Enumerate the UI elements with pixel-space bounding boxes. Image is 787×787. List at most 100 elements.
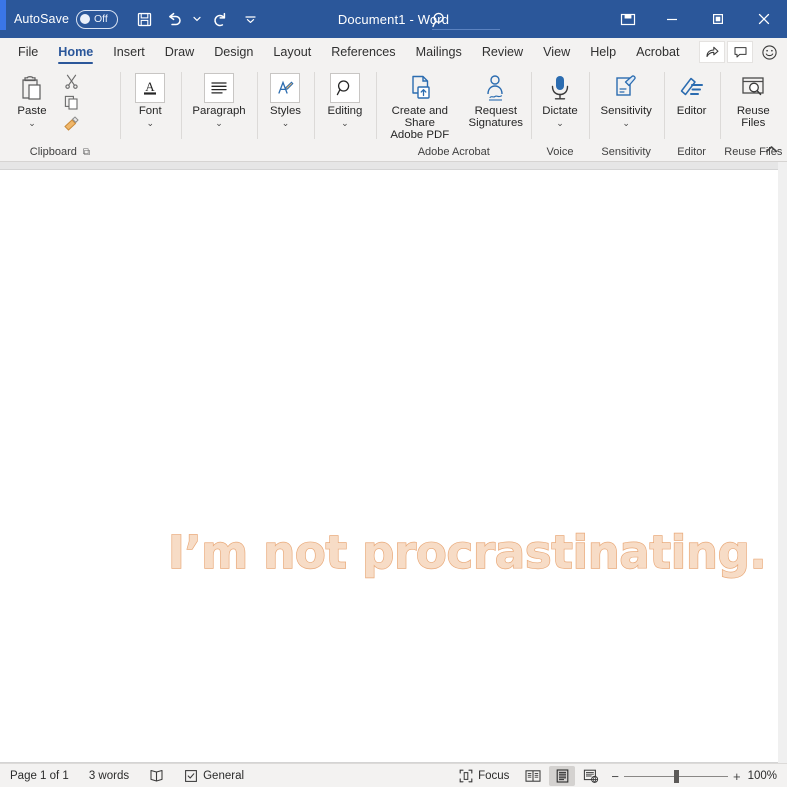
- font-dropdown-caret[interactable]: ⌄: [146, 118, 154, 128]
- pdf-upload-icon: [406, 71, 434, 105]
- tab-insert[interactable]: Insert: [103, 38, 155, 66]
- ribbon-group-clipboard-label: Clipboard ⧉: [0, 143, 120, 161]
- save-button[interactable]: [130, 5, 158, 33]
- clipboard-dialog-launcher[interactable]: ⧉: [83, 147, 90, 158]
- editing-dropdown-caret[interactable]: ⌄: [341, 118, 349, 128]
- format-painter-button[interactable]: [60, 113, 82, 133]
- feedback-button[interactable]: [755, 41, 783, 63]
- customize-quick-access-button[interactable]: [236, 5, 264, 33]
- web-layout-icon: [584, 769, 599, 783]
- focus-button[interactable]: Focus: [451, 764, 517, 787]
- paragraph-lines-icon: [204, 73, 235, 103]
- autosave-label: AutoSave: [14, 12, 70, 26]
- paragraph-dropdown-caret[interactable]: ⌄: [215, 118, 223, 128]
- sensitivity-label-icon: [185, 769, 198, 782]
- print-layout-button[interactable]: [549, 766, 576, 786]
- comments-button[interactable]: [727, 41, 753, 63]
- styles-dropdown-caret[interactable]: ⌄: [282, 118, 290, 128]
- ribbon-group-font: A Font ⌄: [119, 66, 181, 161]
- sensitivity-tag-icon: [612, 71, 640, 105]
- zoom-slider-track[interactable]: [623, 769, 728, 783]
- ribbon-group-adobe-acrobat: Create and Share Adobe PDF Request Signa…: [376, 66, 531, 161]
- paste-button[interactable]: Paste ⌄: [6, 69, 58, 130]
- chevron-up-icon: [765, 145, 777, 152]
- proofing-status-button[interactable]: [139, 764, 174, 787]
- tab-file[interactable]: File: [8, 38, 48, 66]
- share-icon: [705, 46, 719, 58]
- read-mode-button[interactable]: [520, 766, 546, 786]
- tab-mailings[interactable]: Mailings: [406, 38, 472, 66]
- ribbon-display-icon: [620, 13, 636, 25]
- tab-bar-actions: [699, 38, 783, 66]
- page-indicator[interactable]: Page 1 of 1: [0, 764, 79, 787]
- tab-help[interactable]: Help: [580, 38, 626, 66]
- web-layout-button[interactable]: [578, 766, 604, 786]
- request-signatures-button[interactable]: Request Signatures: [463, 69, 529, 131]
- document-page[interactable]: I’m not procrastinating.: [0, 170, 778, 762]
- dictate-button[interactable]: Dictate ⌄: [537, 69, 582, 130]
- share-button[interactable]: [699, 41, 725, 63]
- ribbon-group-font-label: [120, 143, 181, 161]
- dictate-dropdown-caret[interactable]: ⌄: [556, 118, 564, 128]
- undo-button[interactable]: [160, 5, 188, 33]
- svg-text:A: A: [146, 79, 156, 94]
- ribbon-group-voice-label: Voice: [546, 146, 574, 158]
- minimize-button[interactable]: [649, 0, 695, 38]
- collapse-ribbon-button[interactable]: [759, 139, 783, 159]
- window-controls: [607, 0, 787, 38]
- autosave-control[interactable]: AutoSave Off: [14, 9, 119, 29]
- copy-button[interactable]: [60, 92, 82, 112]
- paste-dropdown-caret[interactable]: ⌄: [28, 118, 36, 128]
- zoom-out-button[interactable]: −: [611, 770, 619, 783]
- focus-label: Focus: [478, 770, 510, 782]
- zoom-in-button[interactable]: +: [733, 770, 741, 783]
- close-button[interactable]: [741, 0, 787, 38]
- styles-group-button[interactable]: Styles ⌄: [263, 69, 307, 130]
- autosave-toggle-knob: [80, 14, 91, 24]
- tab-draw[interactable]: Draw: [155, 38, 204, 66]
- autosave-toggle[interactable]: Off: [76, 9, 119, 29]
- ribbon-group-sensitivity-label: Sensitivity: [601, 146, 651, 158]
- cut-button[interactable]: [60, 71, 82, 91]
- font-group-button[interactable]: A Font ⌄: [128, 69, 172, 130]
- sensitivity-status[interactable]: General: [174, 764, 254, 787]
- tab-review[interactable]: Review: [472, 38, 533, 66]
- tab-home[interactable]: Home: [48, 38, 103, 66]
- maximize-icon: [712, 13, 724, 25]
- zoom-slider[interactable]: − +: [607, 769, 744, 783]
- search-box-underline: [432, 29, 500, 30]
- tab-acrobat[interactable]: Acrobat: [626, 38, 689, 66]
- zoom-slider-thumb[interactable]: [673, 769, 679, 783]
- styles-group-label: Styles: [269, 105, 301, 117]
- tab-design[interactable]: Design: [204, 38, 263, 66]
- vertical-scrollbar[interactable]: [778, 162, 787, 763]
- format-painter-icon: [64, 115, 79, 131]
- maximize-button[interactable]: [695, 0, 741, 38]
- document-canvas[interactable]: I’m not procrastinating.: [0, 162, 787, 763]
- reuse-files-button[interactable]: Reuse Files: [731, 69, 775, 131]
- clipboard-group-title: Clipboard: [29, 146, 77, 158]
- zoom-level-button[interactable]: 100%: [748, 770, 781, 782]
- ribbon-display-options-button[interactable]: [607, 0, 649, 38]
- editing-group-label: Editing: [327, 105, 363, 117]
- paragraph-group-button[interactable]: Paragraph ⌄: [187, 69, 250, 130]
- tab-layout[interactable]: Layout: [263, 38, 321, 66]
- print-layout-icon: [556, 769, 569, 783]
- read-mode-icon: [525, 770, 541, 782]
- editor-button[interactable]: Editor: [670, 69, 714, 119]
- sensitivity-dropdown-caret[interactable]: ⌄: [622, 118, 630, 128]
- proofing-book-icon: [150, 769, 163, 782]
- sensitivity-status-label: General: [203, 769, 245, 782]
- sensitivity-button[interactable]: Sensitivity ⌄: [596, 69, 657, 130]
- tab-view[interactable]: View: [533, 38, 580, 66]
- undo-dropdown-button[interactable]: [190, 5, 204, 33]
- minimize-icon: [667, 18, 677, 21]
- document-body-text[interactable]: I’m not procrastinating.: [167, 525, 767, 579]
- word-count[interactable]: 3 words: [79, 764, 139, 787]
- undo-icon: [168, 12, 181, 25]
- create-and-share-adobe-pdf-button[interactable]: Create and Share Adobe PDF: [379, 69, 461, 143]
- editing-group-button[interactable]: Editing ⌄: [323, 69, 368, 130]
- editor-label: Editor: [676, 105, 707, 117]
- redo-button[interactable]: [206, 5, 234, 33]
- tab-references[interactable]: References: [321, 38, 405, 66]
